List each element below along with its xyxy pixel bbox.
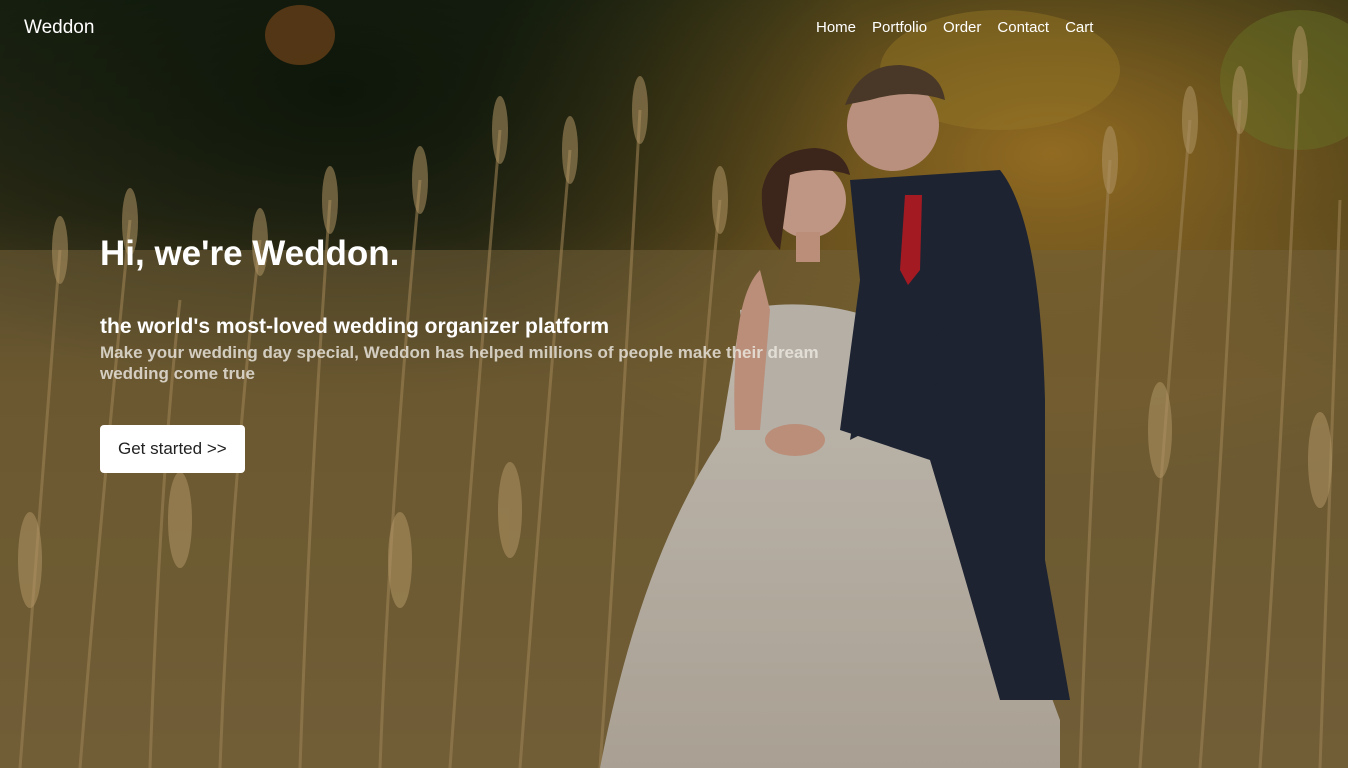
brand-logo-link[interactable]: Weddon [24, 17, 94, 39]
hero-content: Hi, we're Weddon. the world's most-loved… [100, 230, 880, 473]
get-started-button[interactable]: Get started >> [100, 425, 245, 473]
nav-link-cart[interactable]: Cart [1065, 19, 1093, 36]
hero-section: Weddon Home Portfolio Order Contact Cart… [0, 0, 1348, 768]
nav-link-portfolio[interactable]: Portfolio [872, 19, 927, 36]
navbar: Weddon Home Portfolio Order Contact Cart [0, 0, 1348, 58]
nav-links: Home Portfolio Order Contact Cart [816, 19, 1093, 36]
hero-subtitle: the world's most-loved wedding organizer… [100, 315, 610, 338]
hero-title: Hi, we're Weddon. [100, 234, 400, 273]
nav-link-order[interactable]: Order [943, 19, 981, 36]
hero-description: Make your wedding day special, Weddon ha… [100, 343, 819, 383]
nav-link-contact[interactable]: Contact [997, 19, 1049, 36]
nav-link-home[interactable]: Home [816, 19, 856, 36]
